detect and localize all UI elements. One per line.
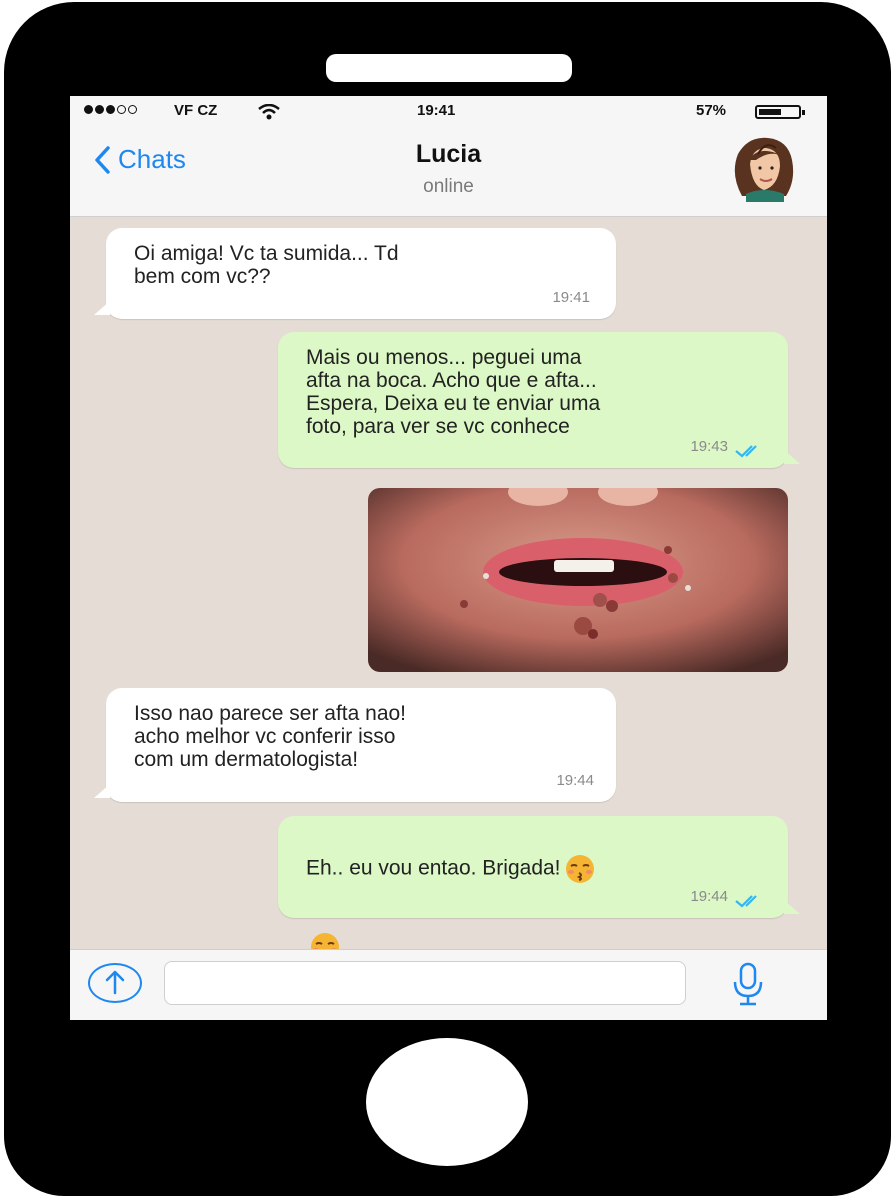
message-input[interactable] — [164, 961, 686, 1005]
message-bubble-incoming[interactable]: Isso nao parece ser afta nao! acho melho… — [94, 688, 616, 802]
message-text: Oi amiga! Vc ta sumida... Td bem com vc?… — [134, 242, 399, 288]
signal-dot — [84, 105, 93, 114]
signal-dot — [128, 105, 137, 114]
message-composer — [70, 949, 827, 1020]
battery-icon — [755, 105, 805, 119]
message-time: 19:44 — [690, 888, 728, 905]
bubble-tail — [784, 900, 800, 914]
phone-speaker — [326, 54, 572, 82]
carrier-name: VF CZ — [174, 102, 218, 119]
microphone-button[interactable] — [726, 960, 770, 1010]
microphone-icon — [733, 962, 763, 1006]
message-text-content: Eh.. eu vou entao. Brigada! — [306, 856, 561, 880]
signal-strength-icon — [84, 105, 137, 114]
message-bubble-outgoing[interactable]: Eh.. eu vou entao. Brigada! 19:44 — [278, 816, 800, 961]
status-bar: VF CZ 19:41 57% — [70, 100, 827, 122]
message-text: Isso nao parece ser afta nao! acho melho… — [134, 702, 407, 771]
clock: 19:41 — [417, 102, 456, 119]
bubble-tail — [94, 784, 110, 798]
battery-percentage: 57% — [696, 102, 727, 119]
attach-button[interactable] — [88, 963, 142, 1003]
phone-screen: VF CZ 19:41 57% Chats Lucia online Oi am… — [70, 96, 827, 1020]
signal-dot — [95, 105, 104, 114]
home-button[interactable] — [366, 1038, 528, 1166]
double-check-icon — [735, 895, 757, 908]
message-time: 19:41 — [552, 289, 590, 306]
double-check-icon — [735, 445, 757, 458]
contact-name[interactable]: Lucia — [70, 140, 827, 169]
contact-avatar[interactable] — [726, 134, 802, 202]
signal-dot — [106, 105, 115, 114]
chat-header: VF CZ 19:41 57% Chats Lucia online — [70, 96, 827, 217]
upload-arrow-icon — [105, 970, 125, 995]
battery-tip — [802, 110, 805, 115]
message-text: Mais ou menos... peguei uma afta na boca… — [306, 346, 601, 438]
bubble-tail — [784, 450, 800, 464]
message-bubble-outgoing[interactable]: Mais ou menos... peguei uma afta na boca… — [278, 332, 800, 468]
message-list[interactable]: Oi amiga! Vc ta sumida... Td bem com vc?… — [70, 217, 827, 961]
lip-lesion-photo — [368, 488, 788, 672]
shared-photo[interactable] — [368, 488, 788, 672]
signal-dot — [117, 105, 126, 114]
message-time: 19:43 — [690, 438, 728, 455]
kissing-face-emoji — [565, 855, 594, 883]
bubble-tail — [94, 301, 110, 315]
wifi-icon — [258, 104, 280, 120]
message-bubble-incoming[interactable]: Oi amiga! Vc ta sumida... Td bem com vc?… — [94, 228, 616, 319]
message-text: Eh.. eu vou entao. Brigada! — [306, 830, 599, 963]
phone-frame: VF CZ 19:41 57% Chats Lucia online Oi am… — [4, 2, 891, 1196]
battery-level — [759, 109, 781, 115]
contact-status: online — [423, 176, 474, 197]
message-time: 19:44 — [556, 772, 594, 789]
